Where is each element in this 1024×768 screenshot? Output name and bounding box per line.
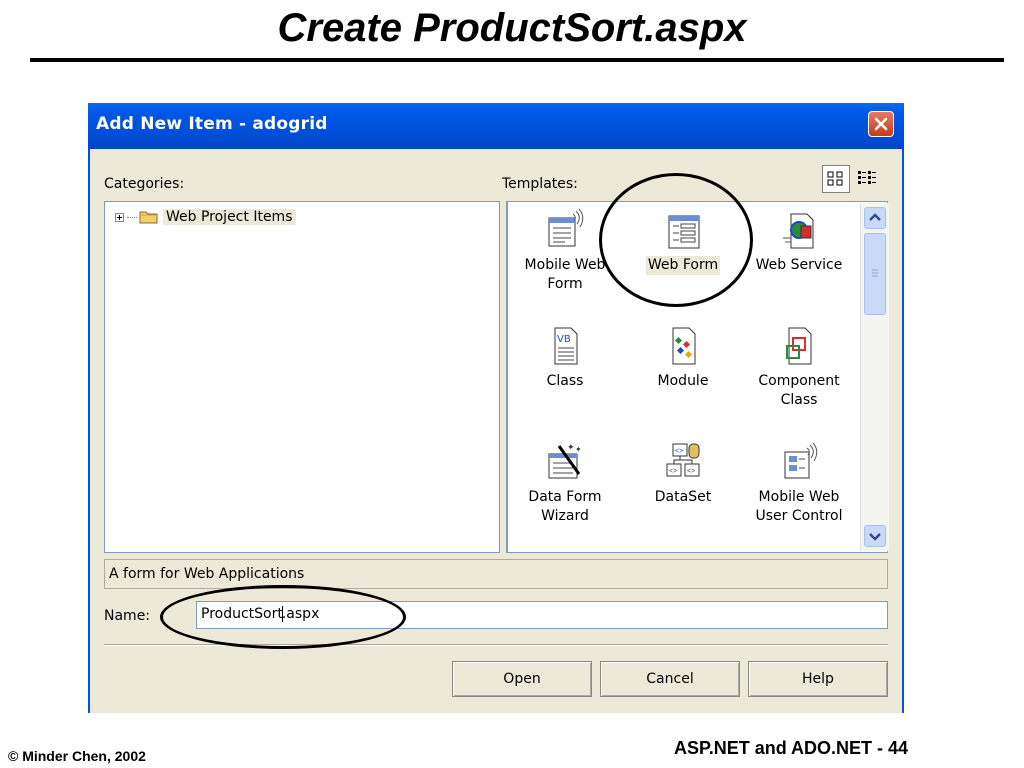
component-class-icon [786,327,812,365]
footer-copyright: © Minder Chen, 2002 [8,748,146,764]
template-module[interactable]: Module [628,324,738,391]
svg-text:✦: ✦ [567,442,575,452]
web-service-icon [783,213,814,249]
small-icons-view-icon [858,171,876,184]
template-component-class[interactable]: Component Class [744,324,854,410]
open-button[interactable]: Open [452,661,592,697]
tree-item-label: Web Project Items [163,209,296,225]
chevron-down-icon [869,533,881,541]
template-label: DataSet [654,489,712,505]
small-icons-view-button[interactable] [854,165,882,193]
dialog-title: Add New Item - adogrid [96,114,328,134]
mobile-web-form-icon [548,208,584,247]
help-button[interactable]: Help [748,661,888,697]
template-label: Web Service [755,257,843,273]
class-icon: VB [554,327,578,365]
template-label: Class [546,373,584,389]
large-icons-view-icon [827,171,843,186]
cancel-button[interactable]: Cancel [600,661,740,697]
folder-icon [139,211,158,224]
dataset-icon: <> <> <> [666,443,700,477]
scroll-down-button[interactable] [864,525,886,547]
highlight-ellipse-name [160,585,406,649]
module-icon [672,327,696,365]
template-web-service[interactable]: Web Service [744,208,854,275]
highlight-ellipse-web-form [599,173,753,307]
data-form-wizard-icon: ✦ ✦ [548,442,582,479]
large-icons-view-button[interactable] [822,165,850,193]
template-description: A form for Web Applications [104,559,888,589]
templates-label: Templates: [502,176,578,192]
scroll-up-button[interactable] [864,207,886,229]
chevron-up-icon [869,213,881,221]
svg-text:<>: <> [675,448,683,455]
templates-scrollbar[interactable] [860,203,889,551]
dialog-titlebar[interactable]: Add New Item - adogrid [88,103,904,149]
mobile-web-user-control-icon [784,442,818,479]
close-icon [874,117,888,131]
categories-label: Categories: [104,176,185,192]
template-label: Component Class [758,373,840,408]
tree-item-web-project-items[interactable]: Web Project Items [115,208,296,226]
template-data-form-wizard[interactable]: ✦ ✦ Data Form Wizard [510,440,620,526]
description-text: A form for Web Applications [109,566,305,582]
svg-text:✦: ✦ [575,445,582,454]
footer-page-label: ASP.NET and ADO.NET - 44 [674,738,909,758]
svg-text:<>: <> [669,468,677,475]
template-class[interactable]: VB Class [510,324,620,391]
close-button[interactable] [868,111,894,137]
template-label: Module [657,373,709,389]
title-rule [30,58,1004,62]
template-label: Data Form Wizard [528,489,602,524]
name-label: Name: [104,608,151,624]
template-label: Mobile Web Form [524,257,606,292]
grip-icon [872,269,878,277]
categories-tree[interactable]: Web Project Items [104,201,500,553]
template-mobile-web-user-control[interactable]: Mobile Web User Control [744,440,854,526]
template-label: Mobile Web User Control [755,489,843,524]
expand-icon[interactable] [115,212,124,222]
slide-title: Create ProductSort.aspx [277,6,747,50]
svg-text:VB: VB [557,334,571,345]
template-dataset[interactable]: <> <> <> DataSet [628,440,738,507]
scroll-thumb[interactable] [864,233,886,315]
svg-text:<>: <> [687,468,695,475]
